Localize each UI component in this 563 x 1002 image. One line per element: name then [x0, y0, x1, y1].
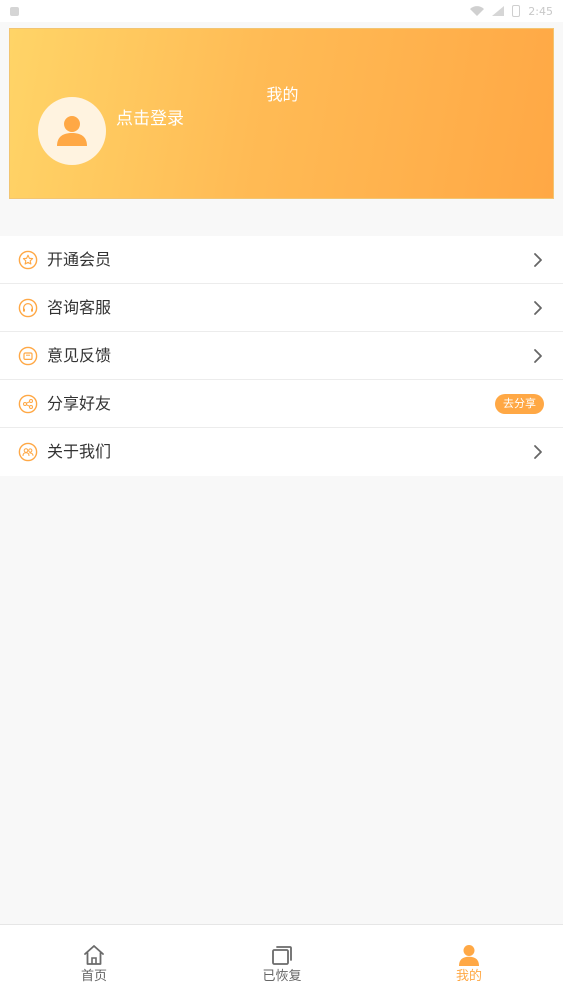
- menu-item-about[interactable]: 关于我们: [0, 428, 563, 476]
- menu-list: 开通会员 咨询客服 意见反馈 分享好友 去分享 关于我们: [0, 236, 563, 476]
- restored-icon: [272, 946, 292, 965]
- app-root: 2:45 我的 点击登录 开通会员 咨询客服 意见反馈 分享好友 去分享 关于我…: [0, 0, 563, 1002]
- signal-icon: [492, 6, 505, 16]
- nav-item-restored[interactable]: 已恢复: [188, 925, 376, 1002]
- menu-item-label: 咨询客服: [47, 298, 112, 317]
- menu-item-feedback[interactable]: 意见反馈: [0, 332, 563, 380]
- status-right: 2:45: [470, 5, 553, 18]
- chevron-right-icon: [534, 253, 542, 267]
- bottom-nav: 首页 已恢复 我的: [0, 924, 563, 1002]
- status-left: [10, 6, 19, 16]
- share-icon: [18, 394, 38, 414]
- profile-header: 我的 点击登录: [9, 28, 554, 199]
- home-icon: [84, 945, 104, 965]
- nav-item-home[interactable]: 首页: [0, 925, 188, 1002]
- menu-item-share[interactable]: 分享好友 去分享: [0, 380, 563, 428]
- status-bar: 2:45: [0, 0, 563, 22]
- menu-item-customer-service[interactable]: 咨询客服: [0, 284, 563, 332]
- menu-item-label: 关于我们: [47, 442, 112, 461]
- menu-item-label: 意见反馈: [47, 346, 112, 365]
- menu-item-vip[interactable]: 开通会员: [0, 236, 563, 284]
- menu-item-label: 分享好友: [47, 394, 112, 413]
- headset-icon: [18, 298, 38, 318]
- chevron-right-icon: [534, 301, 542, 315]
- chevron-right-icon: [534, 349, 542, 363]
- nav-label-home: 首页: [80, 969, 107, 984]
- user-avatar-icon: [57, 116, 87, 146]
- status-time: 2:45: [528, 4, 553, 18]
- share-button[interactable]: 去分享: [495, 394, 544, 414]
- login-link[interactable]: 点击登录: [116, 108, 184, 130]
- star-icon: [18, 250, 38, 270]
- wifi-icon: [470, 6, 485, 16]
- people-icon: [18, 442, 38, 462]
- menu-item-label: 开通会员: [47, 250, 112, 269]
- notification-icon: [10, 6, 19, 16]
- nav-label-profile: 我的: [455, 969, 482, 984]
- avatar[interactable]: [38, 97, 106, 165]
- profile-icon: [459, 945, 479, 966]
- nav-label-restored: 已恢复: [262, 969, 302, 984]
- feedback-icon: [18, 346, 38, 366]
- nav-item-profile[interactable]: 我的: [375, 925, 563, 1002]
- page-title: 我的: [266, 85, 299, 104]
- battery-icon: [512, 5, 521, 17]
- chevron-right-icon: [534, 445, 542, 459]
